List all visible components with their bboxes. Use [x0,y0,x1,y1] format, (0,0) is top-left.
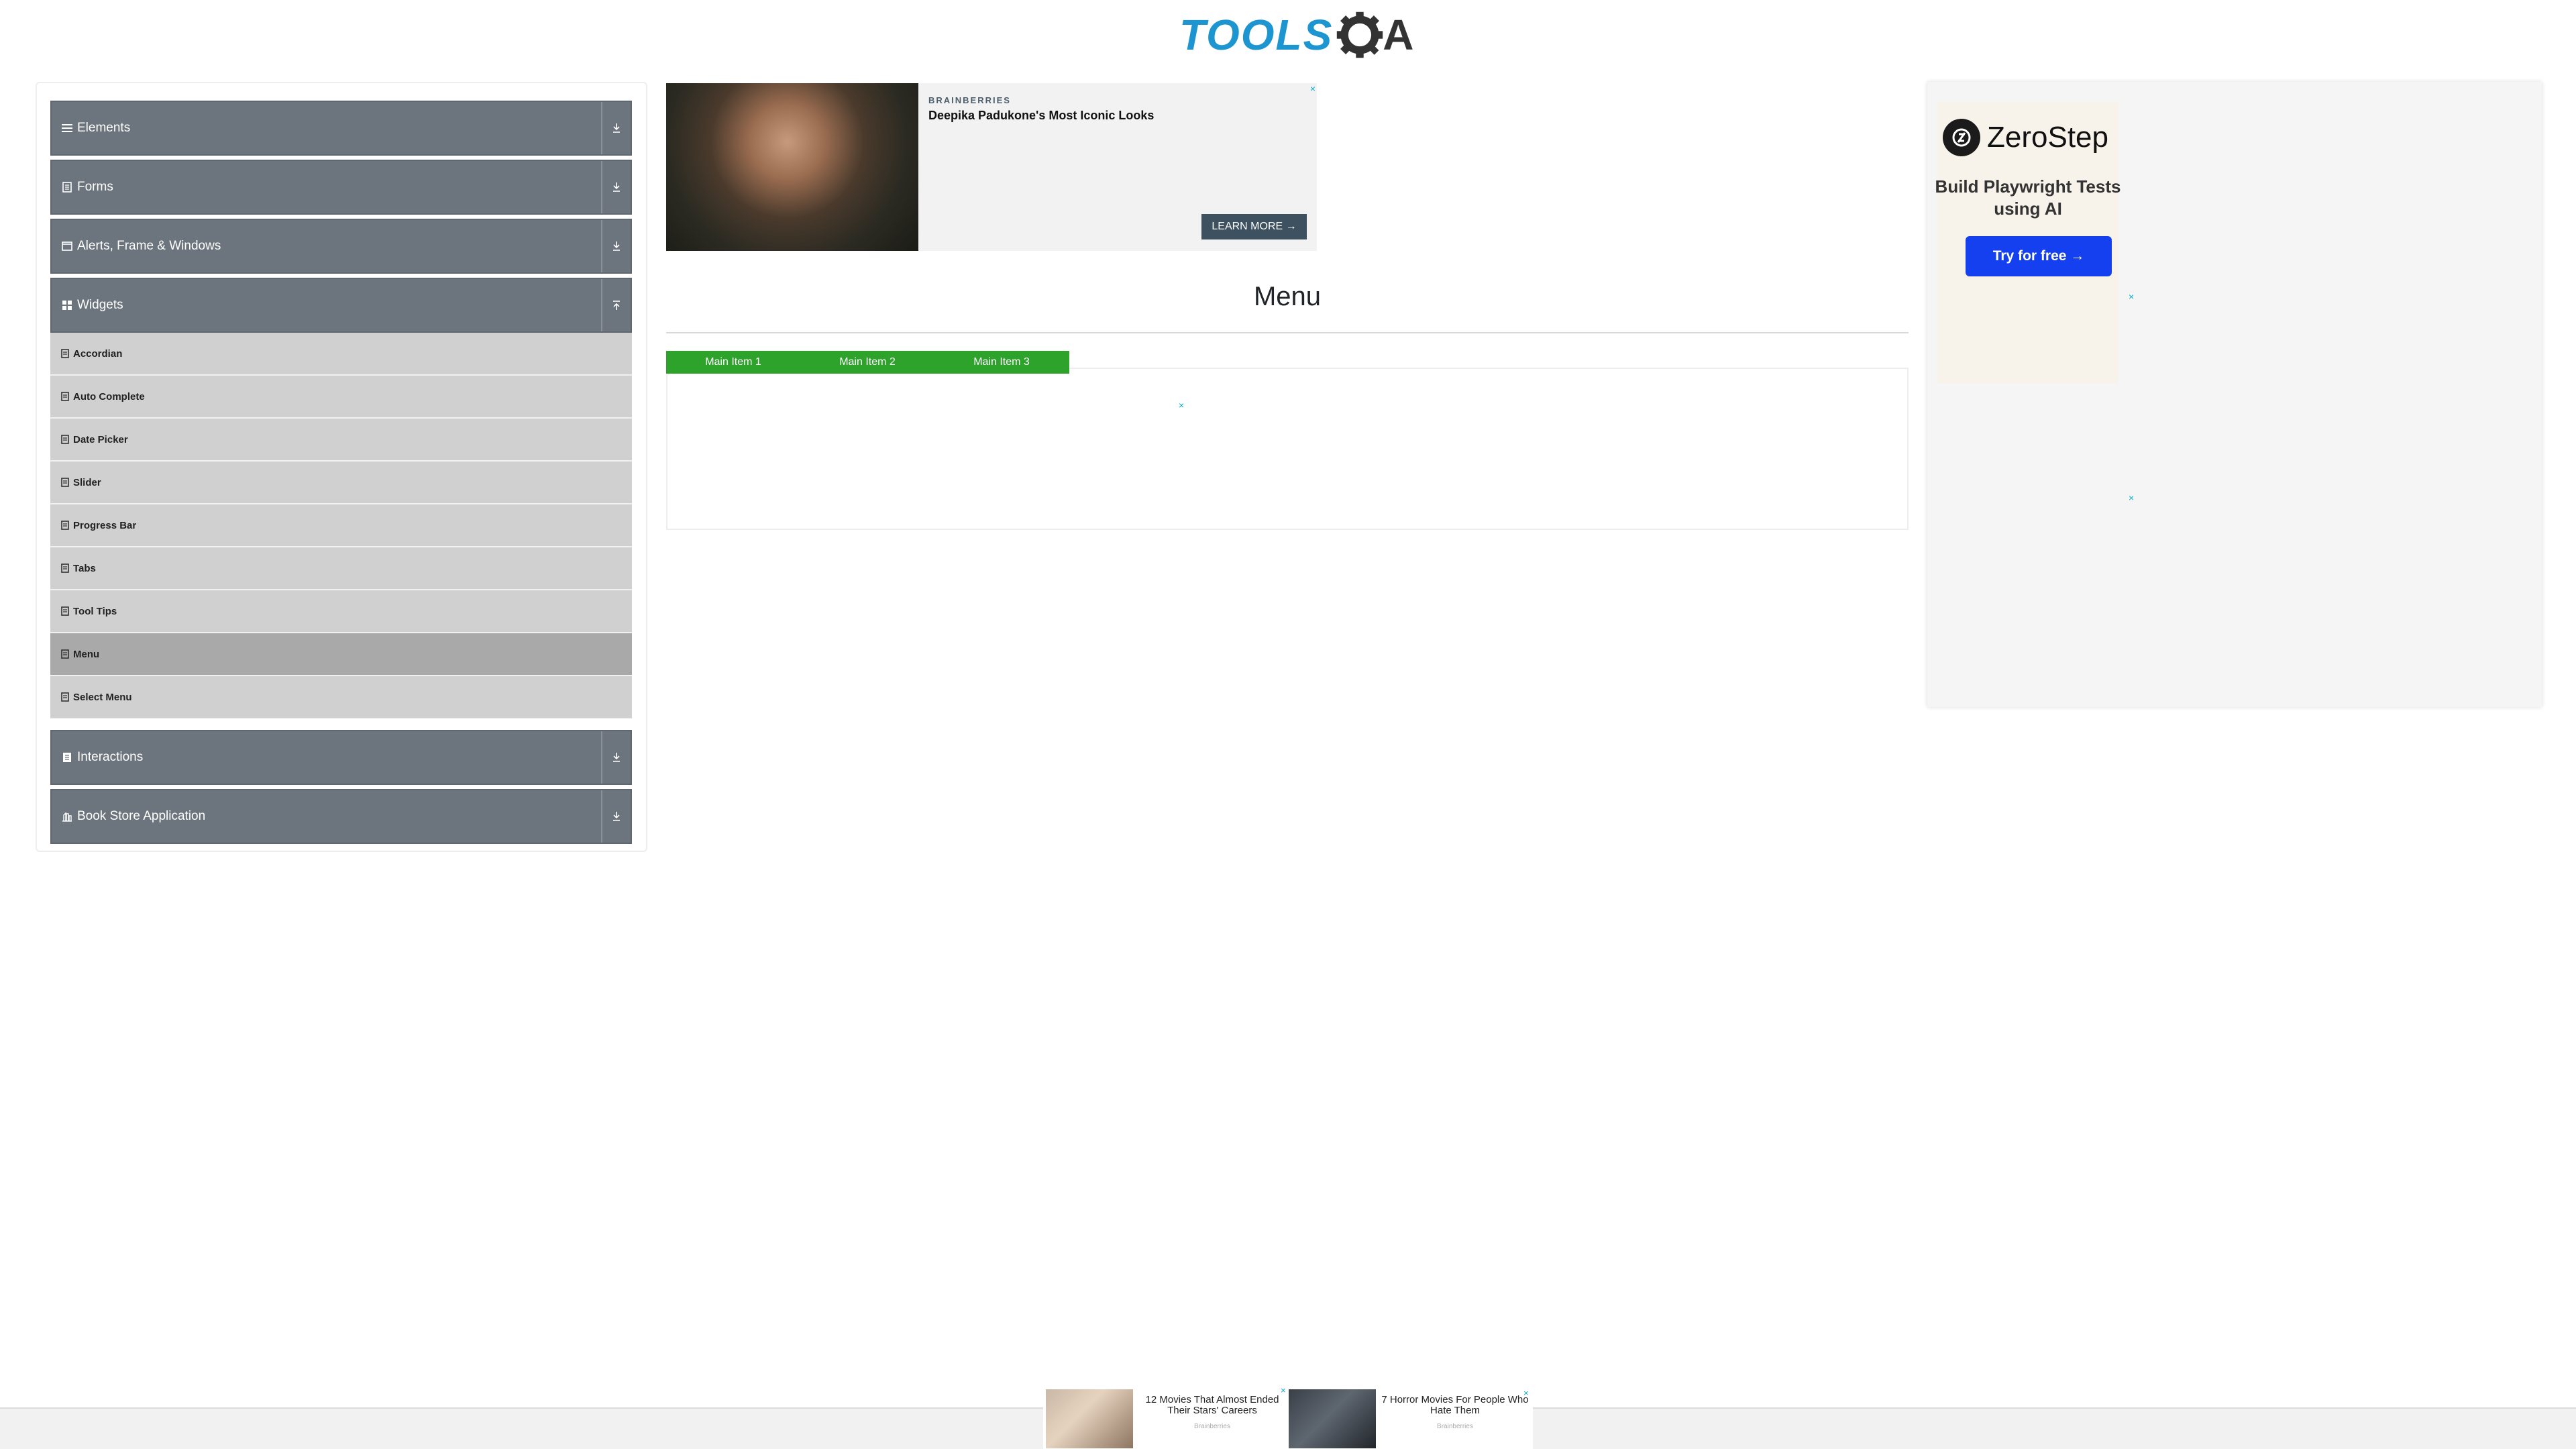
item-icon [61,349,69,358]
footer-ad-item[interactable]: 7 Horror Movies For People Who Hate Them… [1289,1389,1533,1448]
menu-item-label: Tabs [73,562,96,574]
menu-item-date-picker[interactable]: Date Picker [50,419,632,462]
ad-close-icon[interactable]: × [2129,492,2134,503]
site-header: TOOLS A [0,0,2576,74]
ad-close-icon[interactable]: × [2129,291,2134,302]
ad-brand: BRAINBERRIES [928,95,1011,105]
expand-arrow-icon[interactable] [601,220,631,272]
sidebar-group-book-store[interactable]: Book Store Application [50,789,632,844]
menu-item-tool-tips[interactable]: Tool Tips [50,590,632,633]
menu-item-auto-complete[interactable]: Auto Complete [50,376,632,419]
nav-item-main-2[interactable]: Main Item 2 [800,351,934,374]
menu-item-select-menu[interactable]: Select Menu [50,676,632,719]
menu-item-label: Date Picker [73,433,128,445]
item-icon [61,521,69,530]
expand-arrow-icon[interactable] [601,102,631,154]
group-header-forms[interactable]: Forms [50,160,632,215]
item-icon [61,435,69,444]
logo-suffix: A [1383,11,1414,59]
expand-arrow-icon[interactable] [601,161,631,213]
sidebar-group-elements[interactable]: Elements [50,101,632,156]
bookstore-icon [61,810,73,822]
menu-item-accordian[interactable]: Accordian [50,333,632,376]
footer-ad-title[interactable]: 7 Horror Movies For People Who Hate Them [1378,1395,1532,1416]
group-label: Book Store Application [77,809,206,823]
footer-ad-title[interactable]: 12 Movies That Almost Ended Their Stars'… [1135,1395,1289,1416]
ad-close-icon[interactable]: × [1310,83,1316,94]
ad-close-icon[interactable]: × [1523,1388,1529,1398]
zerostep-logo: ZeroStep [1943,119,2108,156]
group-label: Elements [77,121,131,135]
interactions-icon [61,751,73,763]
toolsqa-logo[interactable]: TOOLS A [1179,9,1414,60]
form-icon [61,181,73,193]
nav-item-main-3[interactable]: Main Item 3 [934,351,1069,374]
menu-item-progress-bar[interactable]: Progress Bar [50,504,632,547]
expand-arrow-icon[interactable] [601,731,631,784]
footer-ad-source: Brainberries [1194,1423,1230,1430]
group-header-elements[interactable]: Elements [50,101,632,156]
item-icon [61,606,69,616]
nav-item-main-1[interactable]: Main Item 1 [666,351,800,374]
menu-item-menu[interactable]: Menu [50,633,632,676]
footer-ad[interactable]: 12 Movies That Almost Ended Their Stars'… [1043,1385,1533,1449]
right-side-ad[interactable]: ZeroStep Build Playwright Tests using AI… [1927,82,2542,707]
ad-thumbnail[interactable] [1289,1389,1376,1448]
menu-item-label: Select Menu [73,691,132,703]
group-header-book-store[interactable]: Book Store Application [50,789,632,844]
group-header-interactions[interactable]: Interactions [50,730,632,785]
footer-ad-item[interactable]: 12 Movies That Almost Ended Their Stars'… [1046,1389,1287,1448]
ad-close-icon[interactable]: × [1179,400,1184,411]
menu-item-label: Progress Bar [73,519,137,531]
ad-image[interactable] [666,83,918,251]
sidebar-group-alerts[interactable]: Alerts, Frame & Windows [50,219,632,274]
item-icon [61,649,69,659]
item-icon [61,392,69,401]
gear-icon [1337,11,1383,58]
try-for-free-button[interactable]: Try for free → [1966,236,2112,276]
ad-thumbnail[interactable] [1046,1389,1133,1448]
sidebar-group-interactions[interactable]: Interactions [50,730,632,785]
sidebar-panel: Elements Forms Alerts, Frame & Windows W… [36,82,647,852]
menu-item-slider[interactable]: Slider [50,462,632,504]
group-label: Widgets [77,298,123,312]
learn-more-button[interactable]: LEARN MORE → [1201,214,1307,239]
nav-menu: Main Item 1 Main Item 2 Main Item 3 [666,351,1069,374]
zerostep-tagline: Build Playwright Tests using AI [1935,176,2121,219]
menu-item-label: Accordian [73,347,123,360]
menu-item-label: Tool Tips [73,605,117,617]
collapse-arrow-icon[interactable] [601,279,631,331]
menu-item-label: Slider [73,476,101,488]
item-icon [61,478,69,487]
group-label: Alerts, Frame & Windows [77,239,221,253]
page-title: Menu [1253,282,1322,311]
group-label: Forms [77,180,113,194]
zerostep-ad-card[interactable]: ZeroStep Build Playwright Tests using AI… [1935,102,2121,384]
top-banner-ad[interactable]: BRAINBERRIES Deepika Padukone's Most Ico… [666,83,1317,251]
group-header-widgets[interactable]: Widgets [50,278,632,333]
item-icon [61,692,69,702]
footer-ad-source: Brainberries [1437,1423,1473,1430]
item-icon [61,564,69,573]
zerostep-name: ZeroStep [1987,121,2108,154]
menu-lines-icon [61,122,73,134]
menu-item-label: Auto Complete [73,390,145,402]
window-icon [61,240,73,252]
zerostep-logo-icon [1943,119,1980,156]
menu-item-label: Menu [73,648,100,660]
title-divider [666,332,1909,333]
sidebar-group-forms[interactable]: Forms [50,160,632,215]
ad-close-icon[interactable]: × [1281,1385,1286,1395]
expand-arrow-icon[interactable] [601,790,631,843]
logo-text: TOOLS [1179,11,1334,59]
widgets-menu-list: Accordian Auto Complete Date Picker Slid… [50,333,632,719]
widgets-grid-icon [61,299,73,311]
group-label: Interactions [77,750,144,764]
sidebar-group-widgets[interactable]: Widgets Accordian Auto Complete Date Pic… [50,278,632,719]
menu-item-tabs[interactable]: Tabs [50,547,632,590]
menu-content-box [666,368,1909,530]
ad-title[interactable]: Deepika Padukone's Most Iconic Looks [928,109,1154,123]
group-header-alerts[interactable]: Alerts, Frame & Windows [50,219,632,274]
